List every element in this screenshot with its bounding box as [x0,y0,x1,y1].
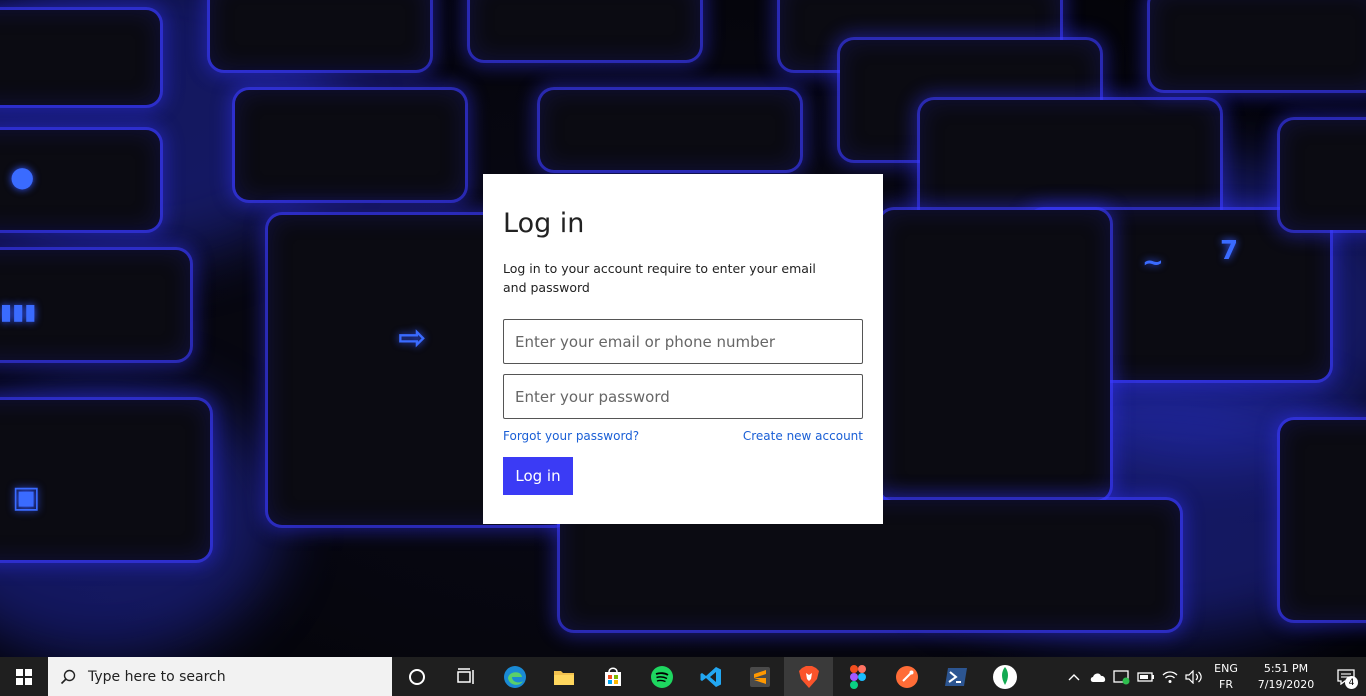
vscode-icon [700,666,721,687]
mongodb-icon [992,664,1017,689]
language-secondary: FR [1219,677,1233,691]
vscode-button[interactable] [686,657,735,696]
onedrive-button[interactable] [1086,657,1110,696]
security-tray-button[interactable] [1110,657,1134,696]
password-input[interactable] [515,387,851,406]
battery-button[interactable] [1134,657,1158,696]
onedrive-icon [1090,672,1106,682]
login-button[interactable]: Log in [503,457,573,495]
task-view-icon [456,667,474,684]
system-tray: ENG FR 5:51 PM 7/19/2020 4 [1062,657,1366,696]
search-icon [60,669,76,684]
taskbar: Type here to search ENG FR 5:51 PM 7/19/… [0,657,1366,696]
create-account-link[interactable]: Create new account [743,429,863,443]
cortana-button[interactable] [392,657,441,696]
password-field[interactable] [503,374,863,419]
login-links: Forgot your password? Create new account [503,429,863,443]
search-placeholder: Type here to search [88,668,226,685]
edge-icon [503,665,526,688]
spotify-button[interactable] [637,657,686,696]
spotify-icon [650,665,673,688]
chevron-up-icon [1068,673,1080,680]
battery-icon [1137,671,1154,682]
wifi-icon [1162,670,1178,683]
security-tray-icon [1113,669,1130,684]
volume-button[interactable] [1182,657,1206,696]
sublime-icon [749,666,770,687]
cortana-icon [408,668,425,685]
clock-time: 5:51 PM [1263,661,1309,675]
wifi-button[interactable] [1158,657,1182,696]
file-explorer-icon [553,670,574,685]
login-card: Log in Log in to your account require to… [483,174,883,524]
volume-icon [1185,669,1202,684]
brave-icon [798,665,819,688]
language-primary: ENG [1214,661,1238,675]
powershell-button[interactable] [931,657,980,696]
taskbar-search[interactable]: Type here to search [48,657,392,696]
notification-center-button[interactable]: 4 [1326,657,1366,696]
store-icon [604,667,621,686]
email-input[interactable] [515,332,851,351]
windows-logo-icon [16,668,32,685]
postman-icon [895,665,918,688]
login-description: Log in to your account require to enter … [503,261,816,295]
clock[interactable]: 5:51 PM 7/19/2020 [1246,661,1326,693]
store-button[interactable] [588,657,637,696]
figma-icon [849,664,866,689]
start-button[interactable] [0,657,48,696]
mongodb-button[interactable] [980,657,1029,696]
figma-button[interactable] [833,657,882,696]
sublime-button[interactable] [735,657,784,696]
task-view-button[interactable] [441,657,490,696]
login-title: Log in [503,208,585,239]
powershell-icon [944,667,967,686]
postman-button[interactable] [882,657,931,696]
forgot-password-link[interactable]: Forgot your password? [503,429,639,443]
brave-button[interactable] [784,657,833,696]
file-explorer-button[interactable] [539,657,588,696]
show-hidden-icons[interactable] [1062,657,1086,696]
email-field[interactable] [503,319,863,364]
edge-button[interactable] [490,657,539,696]
notification-count-badge: 4 [1345,676,1358,689]
language-indicator[interactable]: ENG FR [1206,661,1246,693]
clock-date: 7/19/2020 [1257,677,1315,691]
